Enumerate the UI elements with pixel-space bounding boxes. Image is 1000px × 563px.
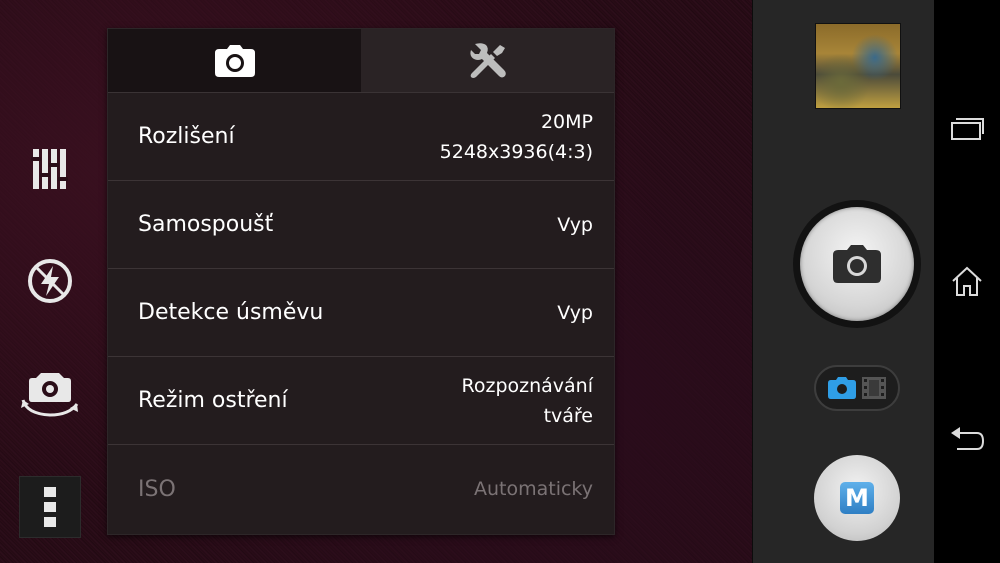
setting-value-line2: tváře	[543, 404, 593, 427]
setting-value-line1: Vyp	[557, 213, 593, 236]
photo-video-mode-toggle[interactable]	[814, 365, 900, 411]
setting-value: 20MP 5248x3936(4:3)	[440, 107, 593, 167]
setting-value: Vyp	[557, 210, 593, 240]
setting-value: Rozpoznávání tváře	[462, 371, 594, 431]
setting-value-line1: 20MP	[540, 110, 593, 133]
shutter-button-face	[800, 207, 914, 321]
settings-sliders-button[interactable]	[19, 138, 81, 200]
tab-camera-settings[interactable]	[108, 29, 361, 92]
last-photo-thumbnail[interactable]	[815, 23, 901, 109]
setting-label: Samospoušť	[138, 212, 274, 237]
tools-icon	[469, 42, 506, 78]
recent-apps-button[interactable]	[947, 108, 987, 148]
manual-mode-label: M	[840, 482, 874, 514]
setting-value-line2: 5248x3936(4:3)	[439, 140, 593, 163]
setting-row-smile-detection[interactable]: Detekce úsměvu Vyp	[108, 269, 614, 357]
setting-value-line1: Vyp	[557, 301, 593, 324]
back-button[interactable]	[947, 420, 987, 460]
video-icon	[862, 377, 886, 399]
more-options-button[interactable]	[19, 476, 81, 538]
switch-camera-button[interactable]	[19, 364, 81, 426]
camera-icon	[833, 245, 881, 283]
shutter-button[interactable]	[793, 200, 921, 328]
more-options-icon	[44, 487, 56, 527]
setting-row-resolution[interactable]: Rozlišení 20MP 5248x3936(4:3)	[108, 93, 614, 181]
flash-off-icon	[28, 259, 72, 303]
setting-label: Detekce úsměvu	[138, 300, 324, 325]
switch-camera-icon	[21, 373, 79, 417]
recent-apps-icon	[951, 118, 984, 140]
flash-mode-button[interactable]	[19, 250, 81, 312]
sliders-icon	[31, 149, 68, 189]
setting-value-line1: Automaticky	[473, 478, 593, 500]
setting-value-line1: Rozpoznávání	[461, 374, 594, 397]
setting-value: Vyp	[557, 298, 593, 328]
navigation-bar	[934, 0, 1000, 563]
manual-mode-button[interactable]: M	[814, 455, 900, 541]
setting-row-self-timer[interactable]: Samospoušť Vyp	[108, 181, 614, 269]
home-button[interactable]	[947, 261, 987, 301]
camera-icon	[214, 44, 255, 77]
tab-general-settings[interactable]	[361, 29, 614, 92]
settings-panel: Rozlišení 20MP 5248x3936(4:3) Samospoušť…	[107, 28, 615, 535]
back-icon	[951, 427, 985, 450]
setting-label: Režim ostření	[138, 388, 288, 413]
setting-value: Automaticky	[474, 474, 593, 504]
camera-controls-panel: M	[752, 0, 935, 563]
settings-tabs	[108, 29, 614, 93]
setting-label: Rozlišení	[138, 124, 235, 149]
home-icon	[952, 266, 982, 296]
setting-row-focus-mode[interactable]: Režim ostření Rozpoznávání tváře	[108, 357, 614, 445]
camera-icon	[828, 377, 856, 399]
setting-label: ISO	[138, 476, 176, 502]
setting-row-iso: ISO Automaticky	[108, 445, 614, 533]
